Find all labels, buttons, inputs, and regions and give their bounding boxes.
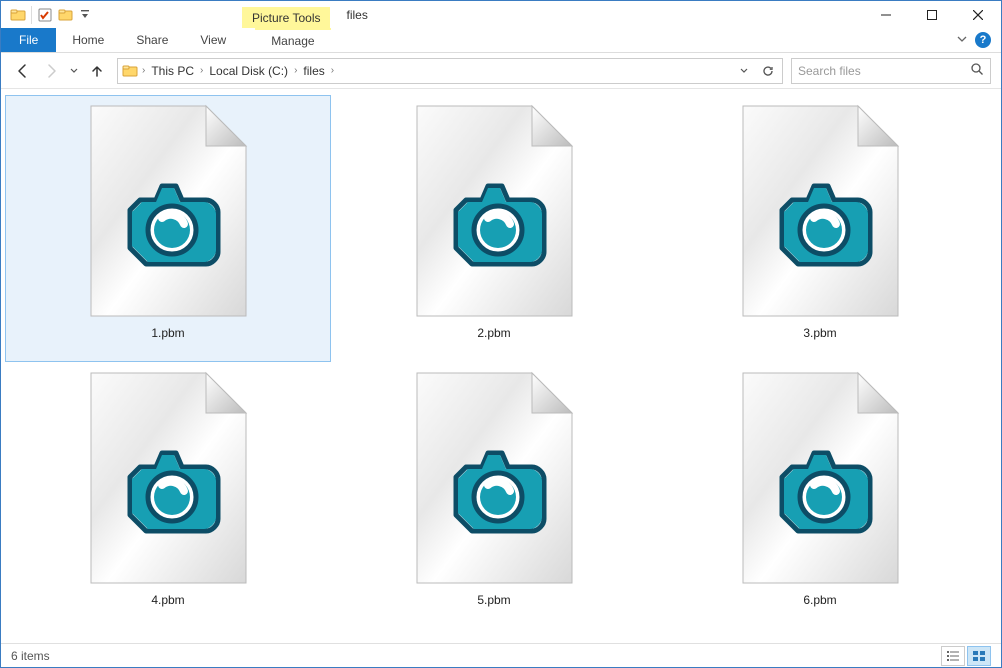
search-icon[interactable] [970, 62, 984, 79]
expand-ribbon-icon[interactable] [957, 35, 967, 46]
breadcrumb-local-disk[interactable]: Local Disk (C:) [205, 64, 292, 78]
file-tab[interactable]: File [1, 28, 56, 52]
file-thumbnail-icon [86, 102, 251, 320]
breadcrumb-files[interactable]: files [299, 64, 328, 78]
window-controls [863, 1, 1001, 28]
file-thumbnail-icon [86, 369, 251, 587]
folder-icon [120, 61, 140, 81]
chevron-right-icon[interactable]: › [294, 65, 297, 76]
file-name-label: 2.pbm [477, 326, 510, 340]
help-icon[interactable]: ? [975, 32, 991, 48]
folder-view[interactable]: 1.pbm 2.pbm [1, 89, 1001, 643]
file-item[interactable]: 3.pbm [657, 95, 983, 362]
tab-manage[interactable]: Manage [255, 28, 330, 52]
file-item[interactable]: 5.pbm [331, 362, 657, 629]
file-item[interactable]: 6.pbm [657, 362, 983, 629]
close-button[interactable] [955, 1, 1001, 28]
file-thumbnail-icon [738, 369, 903, 587]
chevron-right-icon[interactable]: › [200, 65, 203, 76]
file-name-label: 6.pbm [803, 593, 836, 607]
thumbnails-view-button[interactable] [967, 646, 991, 666]
tab-view[interactable]: View [184, 28, 242, 52]
folder-icon [7, 4, 29, 26]
breadcrumb-this-pc[interactable]: This PC [147, 64, 198, 78]
up-button[interactable] [85, 59, 109, 83]
chevron-right-icon[interactable]: › [142, 65, 145, 76]
minimize-button[interactable] [863, 1, 909, 28]
details-view-button[interactable] [941, 646, 965, 666]
file-name-label: 5.pbm [477, 593, 510, 607]
navigation-bar: › This PC › Local Disk (C:) › files › [1, 53, 1001, 89]
file-thumbnail-icon [738, 102, 903, 320]
maximize-button[interactable] [909, 1, 955, 28]
chevron-right-icon[interactable]: › [331, 65, 334, 76]
file-item[interactable]: 2.pbm [331, 95, 657, 362]
address-bar[interactable]: › This PC › Local Disk (C:) › files › [117, 58, 783, 84]
forward-button[interactable] [39, 59, 63, 83]
title-bar: Picture Tools files [1, 1, 1001, 28]
file-item[interactable]: 1.pbm [5, 95, 331, 362]
back-button[interactable] [11, 59, 35, 83]
address-dropdown-icon[interactable] [732, 59, 756, 83]
context-tab-header: Picture Tools [242, 7, 330, 28]
properties-icon[interactable] [34, 4, 56, 26]
file-thumbnail-icon [412, 102, 577, 320]
refresh-button[interactable] [756, 59, 780, 83]
search-box[interactable] [791, 58, 991, 84]
quick-access-toolbar [1, 1, 92, 28]
qat-dropdown-icon[interactable] [78, 4, 92, 26]
new-folder-icon[interactable] [56, 4, 78, 26]
file-name-label: 4.pbm [151, 593, 184, 607]
file-name-label: 1.pbm [151, 326, 184, 340]
tab-share[interactable]: Share [120, 28, 184, 52]
search-input[interactable] [798, 64, 970, 78]
tab-home[interactable]: Home [56, 28, 120, 52]
file-thumbnail-icon [412, 369, 577, 587]
file-item[interactable]: 4.pbm [5, 362, 331, 629]
window-title: files [330, 8, 367, 22]
status-bar: 6 items [1, 643, 1001, 667]
file-name-label: 3.pbm [803, 326, 836, 340]
item-count: 6 items [11, 649, 50, 663]
recent-locations-button[interactable] [67, 59, 81, 83]
ribbon-tabs: File Home Share View Manage ? [1, 28, 1001, 53]
separator [31, 6, 32, 24]
